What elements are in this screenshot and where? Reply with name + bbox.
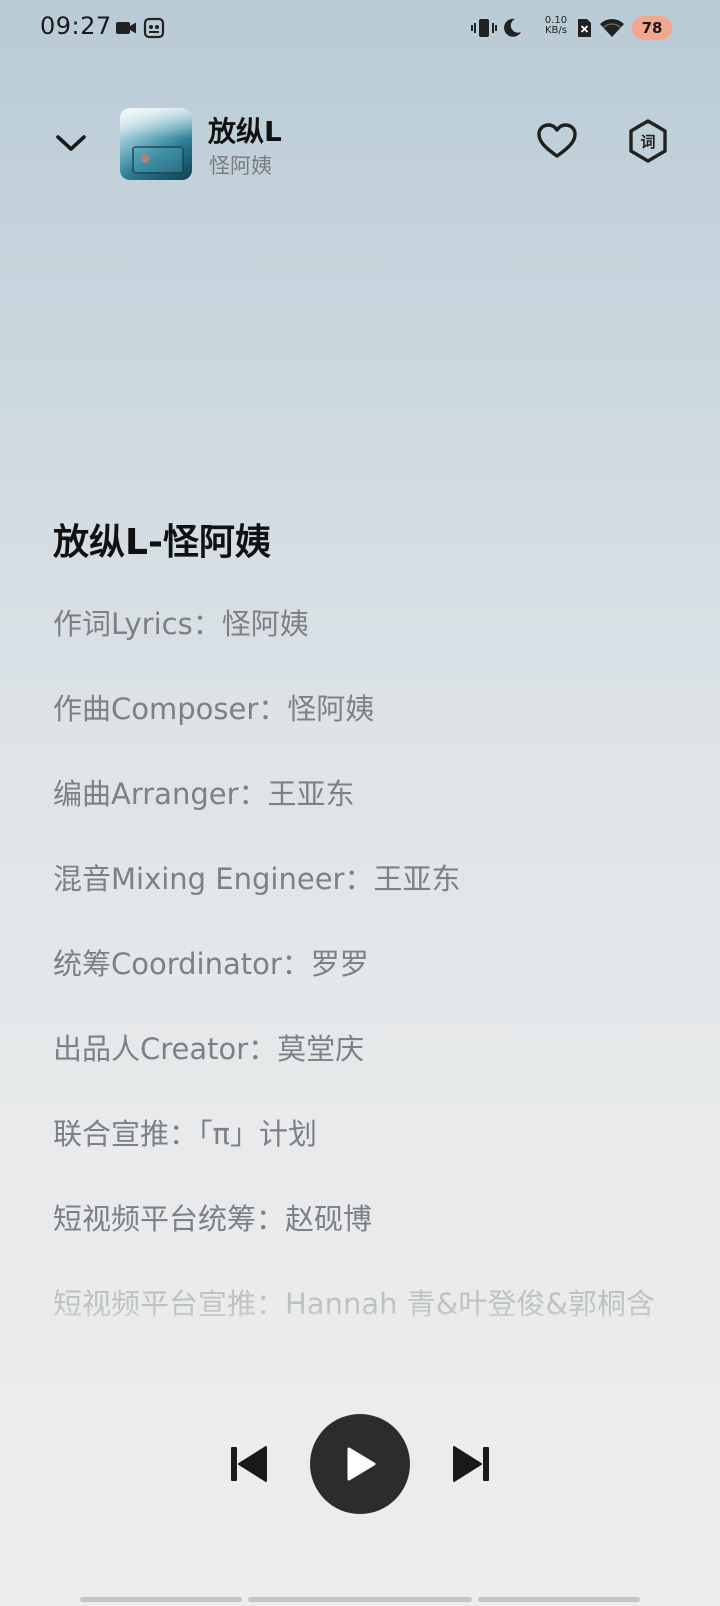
page-indicator-segment xyxy=(248,1597,472,1602)
battery-level: 78 xyxy=(632,16,672,40)
lyrics-title: 放纵L-怪阿姨 xyxy=(53,522,271,563)
lyric-line: 联合宣推：「π」计划 xyxy=(53,1117,317,1151)
screen-record-icon xyxy=(140,14,168,42)
previous-button[interactable] xyxy=(226,1442,272,1486)
wifi-icon xyxy=(598,14,626,42)
next-track-icon xyxy=(453,1446,489,1482)
lyric-line: 短视频平台宣推：Hannah 青&叶登俊&郭桐含 xyxy=(53,1287,655,1321)
net-speed: 0.10 KB/s xyxy=(539,16,573,36)
favorite-button[interactable] xyxy=(534,118,580,164)
next-button[interactable] xyxy=(448,1442,494,1486)
lyric-line: 作曲Composer：怪阿姨 xyxy=(53,692,375,726)
song-title: 放纵L xyxy=(208,115,282,148)
lyric-line: 混音Mixing Engineer：王亚东 xyxy=(53,862,461,896)
playback-controls xyxy=(0,1414,720,1514)
page-indicator-segment xyxy=(80,1597,242,1602)
collapse-button[interactable] xyxy=(50,122,92,164)
lyric-line: 统筹Coordinator：罗罗 xyxy=(53,947,369,981)
no-sim-icon xyxy=(570,14,598,42)
lyric-line: 编曲Arranger：王亚东 xyxy=(53,777,355,811)
previous-track-icon xyxy=(231,1446,267,1482)
play-icon xyxy=(347,1447,376,1481)
heart-icon xyxy=(537,123,577,158)
lyric-line: 作词Lyrics：怪阿姨 xyxy=(53,607,309,641)
lyric-line: 出品人Creator：莫堂庆 xyxy=(53,1032,365,1066)
lyric-line: 短视频平台统筹：赵砚博 xyxy=(53,1202,373,1236)
page-indicator-segment xyxy=(478,1597,640,1602)
moon-icon xyxy=(498,14,526,42)
chevron-down-icon xyxy=(56,135,86,151)
play-button[interactable] xyxy=(310,1414,410,1514)
video-camera-icon xyxy=(112,14,140,42)
status-bar: 09:27 0.10 KB/s 78 xyxy=(0,0,720,56)
vibrate-icon xyxy=(470,14,498,42)
page-indicator xyxy=(80,1597,640,1602)
lyrics-toggle-label: 词 xyxy=(640,132,656,151)
album-art[interactable] xyxy=(120,108,192,180)
player-header: 放纵L 怪阿姨 词 xyxy=(0,104,720,180)
song-artist[interactable]: 怪阿姨 xyxy=(209,150,272,180)
status-time: 09:27 xyxy=(40,12,112,40)
net-speed-unit: KB/s xyxy=(545,25,567,36)
lyrics-panel[interactable]: 放纵L-怪阿姨 作词Lyrics：怪阿姨 作曲Composer：怪阿姨 编曲Ar… xyxy=(53,515,673,1347)
lyrics-toggle-button[interactable]: 词 xyxy=(624,117,672,165)
